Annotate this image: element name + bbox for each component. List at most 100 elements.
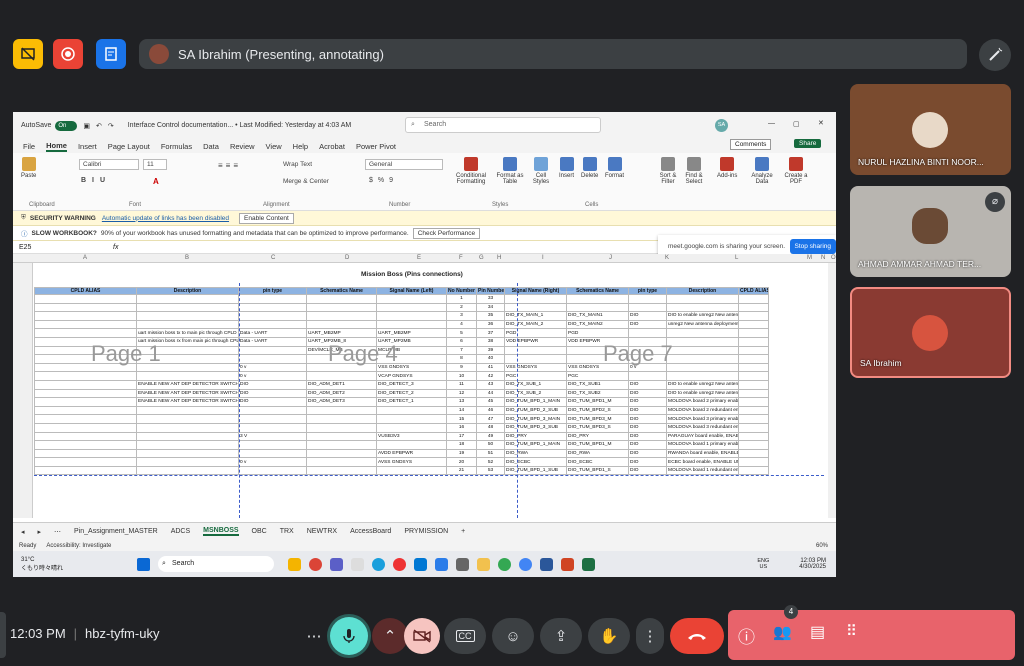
- table-cell[interactable]: 15: [446, 414, 477, 424]
- column-header-cell[interactable]: Signal Name (Right): [504, 287, 567, 295]
- menu-home[interactable]: Home: [46, 141, 67, 152]
- table-cell[interactable]: [136, 302, 239, 313]
- table-cell[interactable]: [738, 354, 769, 364]
- table-cell[interactable]: DIO_RWA: [504, 448, 567, 459]
- zoom-level[interactable]: 60%: [816, 543, 828, 549]
- table-cell[interactable]: 17: [446, 431, 477, 442]
- table-cell[interactable]: [34, 379, 137, 390]
- table-cell[interactable]: AVSS GNDSYS: [376, 457, 447, 467]
- sheet-tab-newtrx[interactable]: NEWTRX: [307, 528, 337, 535]
- presentation-off-button[interactable]: [13, 39, 43, 69]
- table-cell[interactable]: 52: [476, 457, 505, 467]
- participant-tile[interactable]: NURUL HAZLINA BINTI NOOR...: [850, 84, 1011, 175]
- table-cell[interactable]: MOLDOVA board 3 primary enable, ENABLE 5…: [666, 414, 739, 424]
- table-cell[interactable]: [238, 405, 307, 416]
- table-cell[interactable]: [628, 328, 667, 338]
- presenting-bar[interactable]: SA Ibrahim (Presenting, annotating): [139, 39, 967, 69]
- table-cell[interactable]: DIO_TUM_BPD_2_SUB: [504, 405, 567, 416]
- table-cell[interactable]: DIO_TUM_BPD_3_SUB: [504, 422, 567, 433]
- stop-sharing-button[interactable]: Stop sharing: [789, 239, 836, 254]
- tool-icon[interactable]: [456, 557, 470, 571]
- column-header[interactable]: F: [459, 255, 463, 261]
- table-cell[interactable]: MOLDOVA board 3 redundant enable, ENABLE…: [666, 422, 739, 433]
- table-cell[interactable]: DIO_ADM_DET2: [306, 388, 377, 399]
- table-cell[interactable]: 1: [446, 294, 477, 304]
- column-header[interactable]: C: [271, 255, 275, 261]
- excel-search[interactable]: ⌕ Search: [405, 117, 601, 133]
- column-header[interactable]: L: [735, 255, 738, 261]
- column-header[interactable]: D: [345, 255, 349, 261]
- table-cell[interactable]: DIO: [238, 379, 307, 390]
- table-cell[interactable]: DIO: [628, 448, 667, 459]
- table-cell[interactable]: 50: [476, 440, 505, 450]
- paste-button[interactable]: Paste: [21, 157, 36, 179]
- column-header-cell[interactable]: Pin Number: [476, 287, 505, 295]
- table-cell[interactable]: UART_MB2MP: [306, 328, 377, 338]
- sheet-tab-obc[interactable]: OBC: [252, 528, 267, 535]
- table-cell[interactable]: [306, 405, 377, 416]
- table-cell[interactable]: DIO to enable unreg2 New antenna deploym…: [666, 379, 739, 390]
- table-cell[interactable]: [34, 440, 137, 450]
- table-cell[interactable]: 45: [476, 397, 505, 407]
- table-cell[interactable]: [738, 448, 769, 459]
- font-color-icon[interactable]: A: [153, 177, 159, 186]
- table-cell[interactable]: DIO: [238, 388, 307, 399]
- table-cell[interactable]: [738, 311, 769, 321]
- table-cell[interactable]: [738, 457, 769, 467]
- table-cell[interactable]: MOLDOVA board 1 primary enable, ENABLE 5…: [666, 440, 739, 450]
- table-cell[interactable]: 0 v: [238, 371, 307, 381]
- table-cell[interactable]: [666, 294, 739, 304]
- chrome-icon[interactable]: [498, 557, 512, 571]
- undo-icon[interactable]: ↶: [96, 122, 102, 130]
- table-cell[interactable]: 11: [446, 379, 477, 390]
- table-cell[interactable]: [376, 319, 447, 330]
- start-icon[interactable]: [137, 557, 151, 571]
- table-cell[interactable]: [34, 294, 137, 304]
- table-cell[interactable]: [738, 336, 769, 347]
- table-cell[interactable]: [738, 405, 769, 416]
- transcript-button[interactable]: [96, 39, 126, 69]
- table-cell[interactable]: DIO_DETECT_1: [376, 397, 447, 407]
- table-cell[interactable]: DIO: [628, 397, 667, 407]
- vertical-scrollbar[interactable]: [828, 263, 836, 518]
- table-cell[interactable]: 6: [446, 336, 477, 347]
- table-cell[interactable]: DIO_DETECT_2: [376, 388, 447, 399]
- table-cell[interactable]: 37: [476, 328, 505, 338]
- table-cell[interactable]: [238, 354, 307, 364]
- user-avatar[interactable]: SA: [715, 119, 728, 132]
- table-cell[interactable]: PGD: [504, 328, 567, 338]
- table-cell[interactable]: DIO_TX_MAIN_2: [504, 319, 567, 330]
- table-cell[interactable]: DIO to enable unreg2 New antenna deploym…: [666, 388, 739, 399]
- enable-content-button[interactable]: Enable Content: [239, 212, 294, 224]
- table-cell[interactable]: DIO: [628, 457, 667, 467]
- lang-indicator[interactable]: ENG US: [757, 558, 769, 570]
- table-cell[interactable]: DIO_TUM_BPD_3_MAIN: [504, 414, 567, 424]
- table-cell[interactable]: 38: [476, 336, 505, 347]
- table-cell[interactable]: [738, 379, 769, 390]
- table-cell[interactable]: [238, 422, 307, 433]
- table-cell[interactable]: UART_MB2MP: [376, 328, 447, 338]
- table-cell[interactable]: 7: [446, 345, 477, 356]
- mic-button[interactable]: [330, 617, 368, 655]
- column-header-cell[interactable]: CPLD ALIAS: [738, 287, 769, 295]
- table-cell[interactable]: [34, 405, 137, 416]
- present-button[interactable]: ⇪: [540, 618, 582, 654]
- table-cell[interactable]: 18: [446, 440, 477, 450]
- table-cell[interactable]: [34, 328, 137, 338]
- column-header[interactable]: B: [185, 255, 189, 261]
- table-cell[interactable]: [306, 465, 377, 476]
- table-cell[interactable]: DIO_ECBC: [566, 457, 629, 467]
- table-cell[interactable]: 48: [476, 422, 505, 433]
- table-cell[interactable]: 44: [476, 388, 505, 399]
- table-cell[interactable]: [306, 457, 377, 467]
- teams-icon[interactable]: [330, 557, 344, 571]
- table-cell[interactable]: PGC: [504, 371, 567, 381]
- table-cell[interactable]: [738, 397, 769, 407]
- menu-power-pivot[interactable]: Power Pivot: [356, 142, 396, 151]
- menu-page-layout[interactable]: Page Layout: [108, 142, 150, 151]
- table-cell[interactable]: [306, 371, 377, 381]
- sheet-tab-accessboard[interactable]: AccessBoard: [350, 528, 391, 535]
- table-cell[interactable]: DIO: [628, 379, 667, 390]
- table-cell[interactable]: [666, 328, 739, 338]
- close-icon[interactable]: ✕: [818, 119, 824, 127]
